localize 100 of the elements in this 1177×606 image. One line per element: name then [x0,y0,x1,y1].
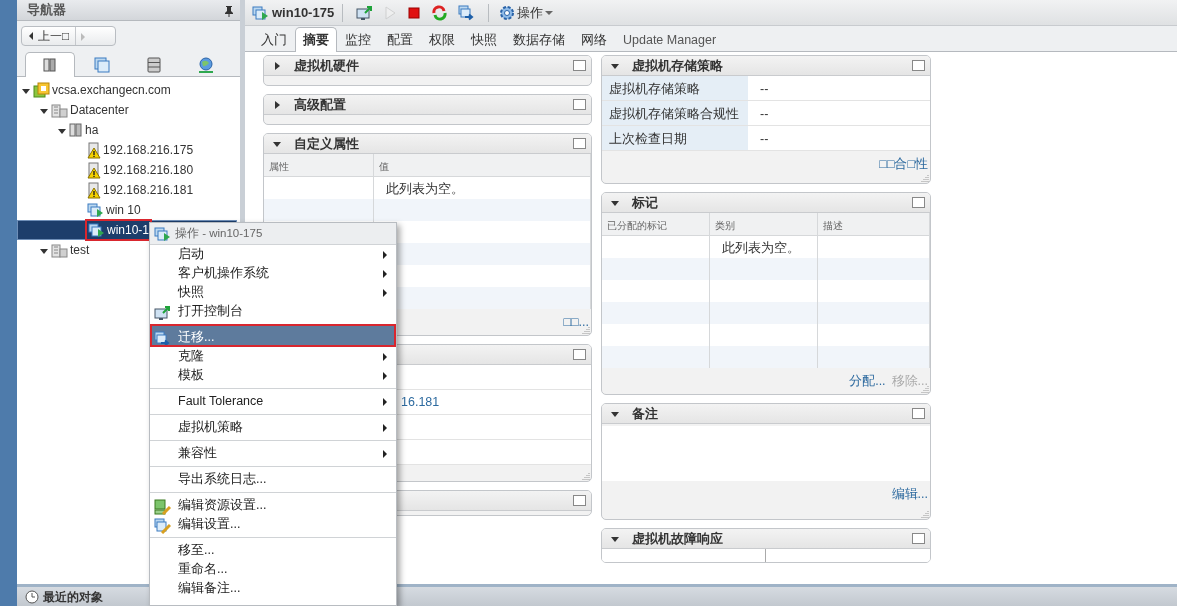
tab[interactable]: 摘要 [295,27,337,52]
panel-title: 备注 [632,404,659,423]
submenu-arrow-icon [382,268,388,279]
empty-message: 此列表为空。 [386,182,464,196]
tab[interactable]: Update Manager [615,28,725,51]
tree-item[interactable]: Datacenter [17,100,237,120]
back-arrow-icon [28,31,34,41]
navigator-tab[interactable] [25,52,75,77]
vm-icon [88,222,105,238]
empty-message: 此列表为空。 [722,241,800,255]
menu-item[interactable]: 克隆 [150,347,396,366]
menu-item[interactable]: 编辑资源设置... [150,492,396,515]
datacenter-icon [51,242,68,258]
menu-item[interactable]: 兼容性 [150,440,396,463]
panel-link[interactable]: □□... [563,313,589,332]
tab[interactable]: 快照 [463,28,505,51]
maximize-icon [912,197,925,208]
clock-icon [25,590,39,605]
host-link[interactable]: 16.181 [401,395,440,409]
panel-link[interactable]: 分配... [849,372,886,391]
vm-icon [252,4,269,21]
tree-label: 192.168.216.175 [103,142,194,159]
menu-item[interactable]: 导出系统日志... [150,466,396,489]
refresh-icon [431,4,449,21]
vm-name: win10-175 [272,3,335,22]
tab[interactable]: 网络 [573,28,615,51]
settings-icon [499,4,516,21]
vm-icon [87,202,104,218]
play-icon [383,4,398,21]
maximize-icon [573,60,586,71]
maximize-icon [573,138,586,149]
menu-item[interactable]: 客户机操作系统 [150,264,396,283]
stop-icon [407,4,422,21]
submenu-arrow-icon [382,351,388,362]
menu-item[interactable]: 快照 [150,283,396,302]
panel-title: 虚拟机硬件 [294,56,360,75]
panel-link[interactable]: □□合□性 [879,155,928,174]
console-icon [356,4,374,21]
menu-item[interactable]: 重命名... [150,560,396,579]
tree-item[interactable]: 192.168.216.181 [17,180,237,200]
tab[interactable]: 数据存储 [505,28,573,51]
menu-item[interactable]: 编辑设置... [150,515,396,534]
forward-arrow-icon [80,31,87,42]
menu-item[interactable]: 编辑备注... [150,579,396,598]
tab[interactable]: 权限 [421,28,463,51]
property-name: 上次检查日期 [602,126,748,150]
tree-item[interactable]: 192.168.216.180 [17,160,237,180]
datacenter-icon [51,102,68,118]
property-value: -- [759,81,770,98]
menu-item[interactable]: 迁移... [150,324,396,347]
vcenter-icon [33,82,50,98]
edit-settings-icon [154,518,171,535]
tree-item[interactable]: win 10 [17,200,237,220]
tab[interactable]: 配置 [379,28,421,51]
tree-label: vcsa.exchangecn.com [52,82,171,99]
resize-grip-icon [921,174,929,182]
tree-label: win 10 [106,202,141,219]
panel-title: 虚拟机故障响应 [632,529,724,548]
console-icon [154,305,171,322]
menu-item[interactable]: Fault Tolerance [150,388,396,411]
tree-label: win10-1 [107,222,150,239]
menu-item[interactable]: 虚拟机策略 [150,414,396,437]
tree-item[interactable]: 192.168.216.175 [17,140,237,160]
resize-grip-icon [921,510,929,518]
menu-item[interactable]: 打开控制台 [150,302,396,321]
network-icon [197,55,215,74]
column-header: 已分配的标记 [602,213,710,235]
host-warning-icon [87,161,101,179]
panel-link[interactable]: 编辑... [891,485,928,504]
tree-label: 192.168.216.180 [103,162,194,179]
migrate-icon [458,4,476,21]
tree-item[interactable]: ha [17,120,237,140]
column-header: 值 [374,154,591,176]
column-header: 描述 [818,213,930,235]
tree-label: Datacenter [70,102,129,119]
maximize-icon [573,349,586,360]
pin-icon [224,4,234,17]
submenu-arrow-icon [382,249,388,260]
panel-title: 导航器 [27,1,66,20]
tree-label: 192.168.216.181 [103,182,194,199]
menu-item[interactable]: 模板 [150,366,396,385]
maximize-icon [912,533,925,544]
property-name: 虚拟机存储策略合规性 [602,101,748,125]
property-value: -- [759,131,770,148]
menu-item[interactable]: 移至... [150,537,396,560]
tab[interactable]: 入门 [253,28,295,51]
caret-icon [545,9,554,16]
collapsed-arrow-icon[interactable] [272,60,282,71]
collapsed-arrow-icon[interactable] [272,99,282,110]
submenu-arrow-icon [382,396,388,407]
actions-menu-button[interactable]: 操作 [497,2,556,23]
resize-grip-icon [582,326,590,334]
tab[interactable]: 监控 [337,28,379,51]
back-button[interactable]: 上一□ [21,26,116,46]
host-warning-icon [87,181,101,199]
vm-icon [154,225,171,242]
menu-item[interactable]: 启动 [150,245,396,264]
maximize-icon [573,99,586,110]
column-header: 属性 [264,154,374,176]
tree-item[interactable]: vcsa.exchangecn.com [17,80,237,100]
